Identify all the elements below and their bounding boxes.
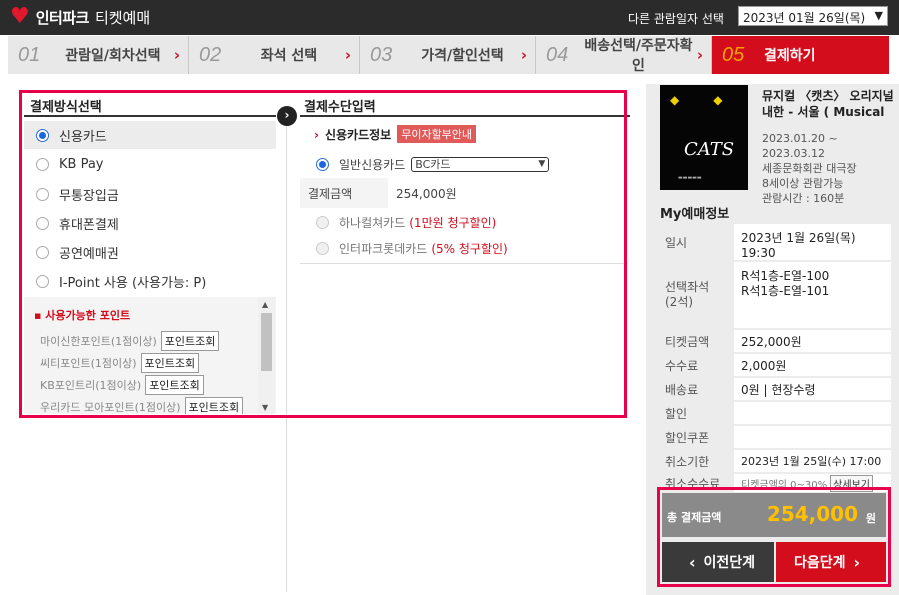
seat-2: R석1층-E열-101 — [741, 284, 830, 298]
info-value: 2,000원 — [734, 354, 891, 376]
date-select-value: 2023년 01월 26일(목) — [743, 11, 866, 25]
step-5-current: 05 결제하기 — [712, 36, 889, 74]
info-row-cancel-deadline: 취소기한 2023년 1월 25일(수) 17:00 — [656, 450, 891, 472]
chevron-right-icon: › — [344, 46, 351, 64]
step-2[interactable]: 02 좌석 선택 › — [189, 36, 360, 74]
info-value: 2023년 1월 25일(수) 17:00 — [734, 450, 891, 472]
step-label: 좌석 선택 — [260, 48, 318, 64]
seat-1: R석1층-E열-100 — [741, 269, 830, 283]
logo-subtext: 티켓예매 — [94, 8, 151, 27]
seat-label: 선택좌석 — [665, 280, 710, 294]
show-dates-end: 2023.03.12 — [762, 147, 825, 160]
show-venue: 세종문화회관 대극장 — [762, 162, 857, 175]
poster-caption-icon: ▬▬▬▬▬ — [678, 175, 702, 181]
info-label: 할인 — [665, 406, 688, 421]
step-label: 가격/할인선택 — [421, 48, 504, 64]
my-booking-title: My예매정보 — [660, 207, 730, 222]
highlight-box — [19, 90, 627, 418]
step-3[interactable]: 03 가격/할인선택 › — [360, 36, 536, 74]
chevron-right-icon: › — [696, 46, 703, 64]
show-title: 뮤지컬 〈캣츠〉 오리지널 내한 - 서울 ( Musical — [762, 88, 896, 120]
info-row-discount: 할인 — [656, 402, 891, 424]
date-select[interactable]: 2023년 01월 26일(목) ▼ — [738, 6, 888, 26]
info-value: 252,000원 — [734, 330, 891, 352]
step-label: 결제하기 — [764, 48, 816, 64]
step-number: 04 — [546, 43, 569, 66]
info-value: R석1층-E열-100 R석1층-E열-101 — [734, 262, 891, 328]
heart-logo-icon: ♥ — [10, 4, 30, 29]
step-number: 03 — [370, 43, 393, 66]
poster-title: CATS — [684, 139, 735, 160]
interpark-logo[interactable]: ♥ 인터파크 티켓예매 — [10, 6, 150, 28]
info-value — [734, 426, 891, 448]
info-row-ticket: 티켓금액 252,000원 — [656, 330, 891, 352]
step-label: 배송선택/주문자확인 — [584, 38, 693, 74]
info-label: 일시 — [665, 235, 688, 250]
show-runtime: 관람시간 : 160분 — [762, 192, 845, 205]
show-poster[interactable]: ◆◆ CATS ▬▬▬▬▬ — [660, 85, 748, 190]
chevron-down-icon: ▼ — [874, 9, 883, 22]
show-age: 8세이상 관람가능 — [762, 177, 844, 190]
info-label: 선택좌석 (2석) — [656, 262, 734, 328]
seat-count: (2석) — [665, 295, 694, 309]
info-value — [734, 402, 891, 424]
info-label: 수수료 — [665, 358, 699, 373]
other-date-label: 다른 관람일자 선택 — [628, 12, 724, 26]
info-row-fee: 수수료 2,000원 — [656, 354, 891, 376]
cat-eyes-icon: ◆◆ — [670, 93, 757, 107]
step-number: 02 — [199, 43, 222, 66]
step-number: 01 — [18, 43, 41, 66]
show-title-line2: 내한 - 서울 ( Musical — [762, 105, 885, 119]
show-title-line1: 뮤지컬 〈캣츠〉 오리지널 — [762, 89, 894, 103]
highlight-box — [657, 487, 891, 587]
date-value: 2023년 1월 26일(목) — [741, 231, 856, 245]
info-label: 배송료 — [665, 382, 699, 397]
info-value: 2023년 1월 26일(목) 19:30 — [734, 224, 891, 260]
chevron-right-icon: › — [173, 46, 180, 64]
info-value: 0원 | 현장수령 — [734, 378, 891, 400]
info-label: 티켓금액 — [665, 334, 710, 349]
info-row-date: 일시 2023년 1월 26일(목) 19:30 — [656, 224, 891, 260]
step-label: 관람일/회차선택 — [65, 48, 161, 64]
info-row-delivery: 배송료 0원 | 현장수령 — [656, 378, 891, 400]
time-value: 19:30 — [741, 246, 776, 260]
info-row-seats: 선택좌석 (2석) R석1층-E열-100 R석1층-E열-101 — [656, 262, 891, 328]
info-row-coupon: 할인쿠폰 — [656, 426, 891, 448]
step-progress: 01 관람일/회차선택 › 02 좌석 선택 › 03 가격/할인선택 › 04… — [8, 36, 889, 74]
logo-text: 인터파크 — [35, 8, 90, 27]
step-number: 05 — [722, 43, 745, 66]
chevron-right-icon: › — [520, 46, 527, 64]
top-header: ♥ 인터파크 티켓예매 다른 관람일자 선택 2023년 01월 26일(목) … — [0, 0, 899, 35]
step-1[interactable]: 01 관람일/회차선택 › — [8, 36, 189, 74]
info-label: 취소기한 — [665, 454, 710, 469]
show-info: 2023.01.20 ~ 2023.03.12 세종문화회관 대극장 8세이상 … — [762, 131, 857, 206]
step-4[interactable]: 04 배송선택/주문자확인 › — [536, 36, 712, 74]
info-label: 할인쿠폰 — [665, 430, 710, 445]
show-dates: 2023.01.20 ~ — [762, 132, 838, 145]
